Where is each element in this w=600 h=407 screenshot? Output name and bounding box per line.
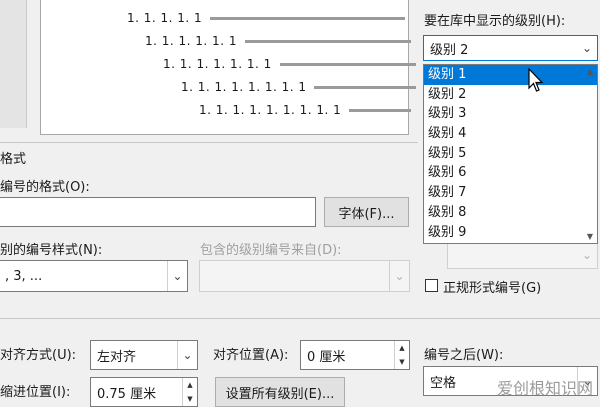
library-level-value: 级别 2 [430, 42, 469, 58]
preview-row: 1. 1. 1. 1. 1. 1. 1 [163, 56, 416, 72]
alignment-select[interactable]: 左对齐 ⌄ [90, 340, 198, 370]
section-divider [0, 318, 600, 319]
include-level-label: 包含的级别编号来自(D): [200, 243, 342, 258]
spin-up-icon[interactable]: ▲ [183, 378, 197, 392]
dropdown-option[interactable]: 级别 4 [424, 124, 597, 144]
numbering-preview: 1. 1. 1. 1. 1 1. 1. 1. 1. 1. 1 1. 1. 1. … [40, 0, 417, 135]
dropdown-option[interactable]: 级别 8 [424, 203, 597, 223]
preview-text-bar [244, 39, 411, 43]
preview-text-bar [349, 108, 412, 112]
spin-down-icon[interactable]: ▼ [395, 355, 409, 369]
preview-row: 1. 1. 1. 1. 1. 1 [145, 33, 411, 49]
scroll-up-icon[interactable]: ▲ [585, 67, 595, 76]
number-format-label: 编号的格式(O): [0, 180, 90, 195]
dropdown-option[interactable]: 级别 1 [424, 65, 597, 85]
preview-number: 1. 1. 1. 1. 1. 1. 1 [163, 57, 272, 71]
align-position-label: 对齐位置(A): [213, 348, 289, 363]
chevron-down-icon[interactable]: ⌄ [577, 36, 597, 60]
preview-number: 1. 1. 1. 1. 1. 1 [145, 34, 237, 48]
font-button[interactable]: 字体(F)... [324, 197, 409, 227]
library-level-dropdown[interactable]: 级别 1 级别 2 级别 3 级别 4 级别 5 级别 6 级别 7 级别 8 … [423, 64, 598, 244]
preview-text-bar [314, 85, 417, 89]
alignment-value: 左对齐 [97, 349, 137, 365]
mouse-cursor-icon [528, 68, 544, 92]
dropdown-option[interactable]: 级别 2 [424, 85, 597, 105]
preview-text-bar [279, 62, 416, 66]
preview-number: 1. 1. 1. 1. 1 [127, 11, 203, 25]
chevron-down-icon[interactable]: ⌄ [167, 261, 187, 291]
align-position-field[interactable]: 0 厘米 ▲ ▼ [300, 340, 410, 370]
scroll-down-icon[interactable]: ▼ [585, 232, 595, 241]
preview-row: 1. 1. 1. 1. 1 [127, 10, 406, 26]
dropdown-option[interactable]: 级别 3 [424, 104, 597, 124]
spin-up-icon[interactable]: ▲ [395, 341, 409, 355]
number-style-label: 别的编号样式(N): [0, 243, 103, 258]
include-level-select: ⌄ [199, 260, 410, 292]
dropdown-option[interactable]: 级别 9 [424, 223, 597, 243]
spin-down-icon[interactable]: ▼ [183, 392, 197, 406]
format-section-title: 格式 [0, 152, 27, 167]
section-divider [0, 142, 418, 143]
preview-row: 1. 1. 1. 1. 1. 1. 1. 1 [181, 79, 417, 95]
indent-label: 缩进位置(I): [0, 385, 71, 400]
preview-number: 1. 1. 1. 1. 1. 1. 1. 1 [181, 80, 307, 94]
chevron-down-icon: ⌄ [389, 261, 409, 291]
legal-style-checkbox[interactable] [425, 279, 438, 292]
watermark: 爱创根知识网 [497, 379, 594, 398]
dropdown-option[interactable]: 级别 6 [424, 163, 597, 183]
left-panel-edge [0, 0, 27, 128]
indent-field[interactable]: 0.75 厘米 ▲ ▼ [90, 377, 198, 407]
number-style-value: , 3, ... [5, 268, 43, 284]
number-format-field[interactable] [0, 197, 316, 227]
preview-number: 1. 1. 1. 1. 1. 1. 1. 1. 1 [199, 103, 342, 117]
indent-spinner[interactable]: ▲ ▼ [182, 378, 197, 406]
preview-row: 1. 1. 1. 1. 1. 1. 1. 1. 1 [199, 102, 412, 118]
chevron-down-icon[interactable]: ⌄ [177, 341, 197, 369]
number-style-select[interactable]: , 3, ... ⌄ [0, 260, 188, 292]
dropdown-option[interactable]: 级别 5 [424, 144, 597, 164]
legal-style-label[interactable]: 正规形式编号(G) [443, 277, 541, 296]
library-level-label: 要在库中显示的级别(H): [424, 14, 566, 29]
library-level-select[interactable]: 级别 2 ⌄ [423, 35, 598, 61]
dropdown-option[interactable]: 级别 7 [424, 183, 597, 203]
align-position-spinner[interactable]: ▲ ▼ [394, 341, 409, 369]
align-position-value: 0 厘米 [307, 349, 346, 365]
hidden-select: ⌄ [447, 241, 598, 269]
chevron-down-icon: ⌄ [581, 248, 593, 262]
set-all-levels-button[interactable]: 设置所有级别(E)... [215, 377, 345, 407]
indent-value: 0.75 厘米 [97, 386, 157, 402]
alignment-label: 对齐方式(U): [0, 348, 77, 363]
follow-number-label: 编号之后(W): [424, 348, 504, 363]
preview-text-bar [210, 16, 406, 20]
